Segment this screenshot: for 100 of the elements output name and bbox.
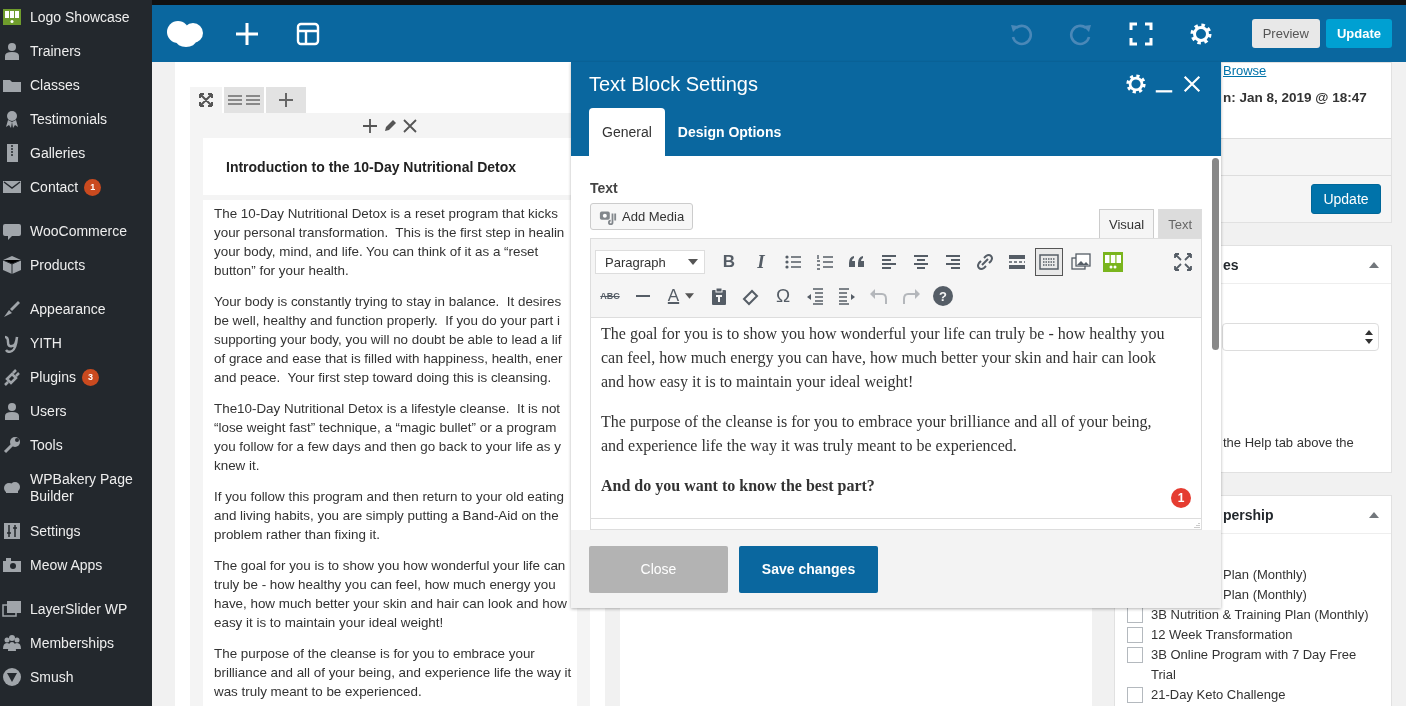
fullscreen-icon[interactable]	[1128, 21, 1153, 46]
format-dropdown[interactable]: Paragraph	[595, 250, 705, 274]
sidebar-item[interactable]: Settings	[0, 514, 152, 548]
update-button[interactable]: Update	[1311, 184, 1381, 214]
option-label: 21-Day Keto Challenge	[1151, 686, 1286, 704]
sidebar-item[interactable]: Contact 1	[0, 170, 152, 204]
close-icon[interactable]	[403, 119, 417, 133]
grid-logo-icon	[2, 7, 22, 27]
columns-icon	[227, 93, 261, 107]
paragraph: If you follow this program and then return to your old eating and living habits, you are simply putting a Band-Aid on the problem rather than fixing it.	[214, 488, 564, 544]
checkbox[interactable]	[1127, 627, 1143, 643]
paragraph: The 10-Day Nutritional Detox is a reset program that kicks your personal transformation. This is the first step in healin your body, mind, and life. You can think of it as a “reset button” for your health.	[214, 205, 565, 280]
column-layout-handle[interactable]	[224, 87, 264, 113]
tab[interactable]: Design Options	[664, 108, 795, 156]
brush-icon	[2, 299, 22, 319]
checkbox[interactable]	[1127, 647, 1143, 663]
sidebar-item[interactable]: Classes	[0, 68, 152, 102]
browse-link[interactable]: Browse	[1223, 63, 1267, 78]
preview-button[interactable]: Preview	[1251, 19, 1320, 48]
sidebar-item[interactable]: Testimonials	[0, 102, 152, 136]
select-field[interactable]	[1222, 323, 1379, 351]
sidebar-item[interactable]: LayerSlider WP	[0, 592, 152, 626]
horizontal-line-icon	[636, 295, 650, 297]
keyboard-button[interactable]	[1035, 248, 1063, 276]
sidebar-item[interactable]: Meow Apps	[0, 548, 152, 582]
settings-icon[interactable]	[1125, 73, 1147, 95]
images-icon	[2, 599, 22, 619]
sidebar-item[interactable]: Memberships	[0, 626, 152, 660]
bold-button[interactable]: B	[715, 248, 743, 276]
cloud-logo-icon[interactable]	[166, 18, 204, 49]
option-label: Plan (Monthly)	[1223, 586, 1308, 604]
option-label: 3B Nutrition & Training Plan (Monthly)	[1151, 606, 1369, 624]
add-media-button[interactable]: Add Media	[590, 203, 694, 230]
notification-badge: 1	[1171, 488, 1191, 508]
editor-tab[interactable]: Visual	[1098, 209, 1155, 238]
paragraph: The10-Day Nutritional Detox is a lifestyle cleanse. It is not “lose weight fast” technique, a “magic bullet” or a program you follow for a few days and then go back to your life as y knew it.	[214, 400, 561, 475]
publish-date: n: Jan 8, 2019 @ 18:47	[1223, 90, 1368, 107]
strikethrough-button[interactable]: ABC	[595, 282, 625, 310]
tab[interactable]: General	[589, 108, 665, 156]
keyboard-icon	[1039, 252, 1059, 272]
resize-handle[interactable]	[1194, 522, 1200, 528]
sidebar-item[interactable]: Appearance	[0, 292, 152, 326]
box-title: es	[1223, 256, 1239, 273]
sidebar-item[interactable]: Plugins 3	[0, 360, 152, 394]
field-label: Text	[590, 180, 619, 196]
paragraph: The goal for you is to show you how wonderful your life can truly be - how healthy you can feel, how much energy you have, how much better your skin and hair can look and how easy it is to maintain your ideal weight!	[214, 557, 567, 632]
pencil-icon[interactable]	[383, 119, 397, 133]
sidebar-item[interactable]: Galleries	[0, 136, 152, 170]
close-icon[interactable]	[1181, 73, 1203, 95]
fullscreen-icon	[1173, 252, 1193, 272]
settings-icon[interactable]	[1188, 21, 1213, 46]
people-icon	[2, 633, 22, 653]
editor-tab[interactable]: Text	[1158, 209, 1202, 238]
special-character-button[interactable]: Ω	[769, 282, 797, 310]
add-icon[interactable]	[363, 119, 377, 133]
sidebar-item[interactable]: Smush	[0, 660, 152, 694]
checkbox[interactable]	[1127, 687, 1143, 703]
sidebar-item[interactable]: Tools	[0, 428, 152, 462]
person-icon	[2, 41, 22, 61]
outdent-icon	[805, 286, 825, 306]
help-text: the Help tab above the	[1223, 435, 1355, 450]
save-button[interactable]: Save changes	[739, 545, 878, 593]
add-icon	[278, 92, 294, 108]
paragraph: Your body is constantly trying to stay in balance. It desires be well, healthy and function properly. If you do your part i supporting your body, you will no doubt be able to lead a lif of grace and ease that is filled with happiness, health, ener and peace. Your first step toward doing this is cleansing.	[214, 293, 563, 387]
images-icon	[1071, 252, 1091, 272]
layout-icon[interactable]	[296, 21, 320, 46]
sidebar-item[interactable]: WPBakery Page Builder	[0, 462, 152, 514]
scrollbar[interactable]	[1212, 158, 1219, 350]
expand-handle[interactable]	[190, 87, 222, 113]
sidebar-item[interactable]: YITH	[0, 326, 152, 360]
collapse-icon[interactable]	[1369, 511, 1379, 518]
count-badge: 1	[84, 178, 102, 196]
numbered-list-icon	[815, 252, 835, 272]
text-color-button[interactable]: A	[661, 282, 701, 310]
help-button[interactable]: ?	[933, 286, 953, 306]
dialog-title: Text Block Settings	[589, 72, 759, 96]
paragraph: The goal for you is to show you how wonderful your life can truly be - how healthy you can feel, how much energy you can have, how much better your skin and hair can look and how easy it is to maintain your ideal weight!	[601, 324, 1166, 393]
element-card[interactable]	[203, 200, 577, 706]
paragraph: The purpose of the cleanse is for you to embrace your brilliance and all of your being, and experience life the way it was truly meant to be experienced.	[601, 412, 1153, 457]
option-label: Plan (Monthly)	[1223, 566, 1308, 584]
speech-bubble-icon	[2, 221, 22, 241]
person-icon	[2, 401, 22, 421]
grid-plugin-icon	[1103, 252, 1123, 272]
align-right-icon	[943, 252, 963, 272]
sidebar-item[interactable]: WooCommerce	[0, 214, 152, 248]
italic-button[interactable]: I	[747, 248, 775, 276]
box-title: pership	[1223, 506, 1274, 523]
sidebar-item[interactable]: Products	[0, 248, 152, 282]
link-icon	[975, 252, 995, 272]
align-left-icon	[879, 252, 899, 272]
option-label: 3B Online Program with 7 Day Free Trial	[1151, 646, 1358, 684]
caret-icon	[685, 293, 695, 299]
sidebar-item[interactable]: Users	[0, 394, 152, 428]
sidebar-item[interactable]: Trainers	[0, 34, 152, 68]
collapse-icon[interactable]	[1369, 261, 1379, 268]
plug-icon	[2, 367, 22, 387]
sidebar-item[interactable]: Logo Showcase	[0, 0, 152, 34]
add-row-handle[interactable]	[266, 87, 306, 113]
align-center-icon	[911, 252, 931, 272]
count-badge: 3	[81, 368, 99, 386]
